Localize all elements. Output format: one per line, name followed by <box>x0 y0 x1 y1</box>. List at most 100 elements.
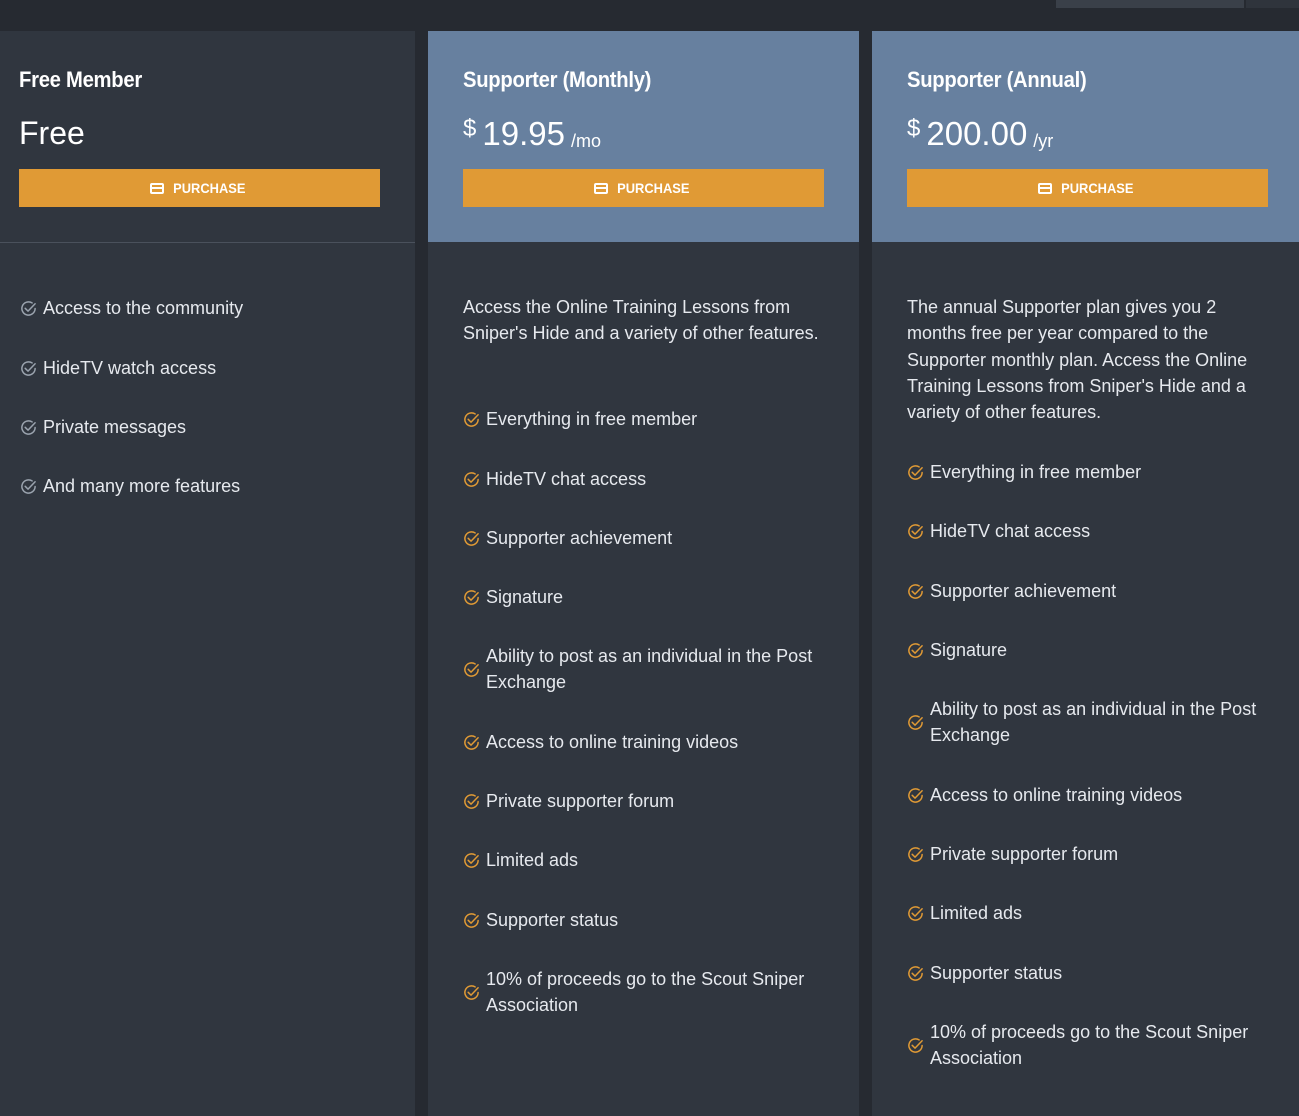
check-circle-icon <box>464 411 479 427</box>
check-circle-icon <box>908 846 923 862</box>
purchase-button-supporter-annual[interactable]: PURCHASE <box>907 169 1268 207</box>
feature-item: HideTV chat access <box>463 466 646 492</box>
feature-item: 10% of proceeds go to the Scout Sniper A… <box>907 1019 1270 1072</box>
feature-item: 10% of proceeds go to the Scout Sniper A… <box>463 966 826 1019</box>
plan-description: Access the Online Training Lessons from … <box>463 297 819 344</box>
plan-card-supporter-annual: Supporter (Annual) $200.00/yr PURCHASE T… <box>872 31 1299 1116</box>
purchase-button-label: PURCHASE <box>1061 180 1134 196</box>
plan-header: Supporter (Monthly) $19.95/mo PURCHASE <box>428 31 859 242</box>
purchase-button-supporter-monthly[interactable]: PURCHASE <box>463 169 824 207</box>
check-circle-icon <box>464 471 479 487</box>
feature-text: Ability to post as an individual in the … <box>930 699 1257 746</box>
feature-item: Supporter achievement <box>907 578 1116 604</box>
check-circle-icon <box>908 523 923 539</box>
feature-text: Ability to post as an individual in the … <box>486 646 813 693</box>
plan-header: Supporter (Annual) $200.00/yr PURCHASE <box>872 31 1299 242</box>
feature-item: Ability to post as an individual in the … <box>463 643 826 696</box>
check-circle-icon <box>21 478 36 494</box>
plan-price: $200.00/yr <box>907 115 1053 153</box>
check-circle-icon <box>21 419 36 435</box>
feature-item: Supporter achievement <box>463 525 672 551</box>
check-circle-icon <box>21 360 36 376</box>
check-circle-icon <box>464 793 479 809</box>
check-circle-icon <box>908 583 923 599</box>
feature-item: Ability to post as an individual in the … <box>907 696 1270 749</box>
feature-text: Everything in free member <box>930 462 1142 482</box>
plan-title: Supporter (Annual) <box>907 67 1087 92</box>
feature-text: Access to online training videos <box>486 732 739 752</box>
feature-text: HideTV chat access <box>486 469 647 489</box>
check-circle-icon <box>464 530 479 546</box>
price-currency: $ <box>907 115 921 142</box>
top-nav-tab[interactable] <box>1246 0 1299 8</box>
price-free-label: Free <box>19 115 85 151</box>
feature-text: Access to the community <box>43 298 244 318</box>
feature-text: And many more features <box>43 476 241 496</box>
credit-card-icon <box>150 182 165 194</box>
check-circle-icon <box>464 912 479 928</box>
plan-title: Free Member <box>19 67 142 92</box>
feature-item: Access to online training videos <box>463 729 738 755</box>
credit-card-icon <box>594 182 609 194</box>
feature-item: Signature <box>463 584 563 610</box>
check-circle-icon <box>21 300 36 316</box>
plan-price: Free <box>19 115 85 152</box>
feature-item: Access to online training videos <box>907 782 1182 808</box>
feature-item: Private supporter forum <box>463 788 674 814</box>
top-nav-bar <box>0 0 1299 31</box>
check-circle-icon <box>908 714 923 730</box>
check-circle-icon <box>908 1037 923 1053</box>
feature-text: Signature <box>486 587 564 607</box>
feature-item: Private messages <box>20 414 186 440</box>
feature-item: Signature <box>907 637 1007 663</box>
feature-text: Access to online training videos <box>930 785 1183 805</box>
feature-text: Limited ads <box>930 903 1023 923</box>
plan-card-supporter-monthly: Supporter (Monthly) $19.95/mo PURCHASE A… <box>428 31 859 1116</box>
check-circle-icon <box>908 787 923 803</box>
feature-text: 10% of proceeds go to the Scout Sniper A… <box>930 1022 1249 1069</box>
plan-price: $19.95/mo <box>463 115 601 153</box>
check-circle-icon <box>464 852 479 868</box>
credit-card-icon <box>1038 182 1053 194</box>
feature-item: Limited ads <box>463 847 578 873</box>
feature-text: Signature <box>930 640 1008 660</box>
feature-text: Private supporter forum <box>930 844 1119 864</box>
top-nav-tab[interactable] <box>1056 0 1244 8</box>
price-period: /mo <box>570 131 601 151</box>
check-circle-icon <box>908 965 923 981</box>
feature-item: HideTV chat access <box>907 518 1090 544</box>
feature-item: Supporter status <box>907 960 1062 986</box>
plan-description: The annual Supporter plan gives you 2 mo… <box>907 297 1248 423</box>
price-period: /yr <box>1033 131 1054 151</box>
price-amount: 200.00 <box>926 115 1028 152</box>
feature-item: And many more features <box>20 473 240 499</box>
feature-item: Everything in free member <box>907 459 1141 485</box>
plan-card-free-member: Free Member Free PURCHASE Access to the … <box>0 31 415 1116</box>
price-amount: 19.95 <box>482 115 565 152</box>
check-circle-icon <box>464 661 479 677</box>
purchase-button-label: PURCHASE <box>617 180 690 196</box>
plan-header: Free Member Free PURCHASE <box>0 31 415 243</box>
feature-text: Supporter achievement <box>486 528 673 548</box>
purchase-button-free-member[interactable]: PURCHASE <box>19 169 380 207</box>
check-circle-icon <box>464 589 479 605</box>
feature-text: Limited ads <box>486 850 579 870</box>
feature-text: HideTV watch access <box>43 358 217 378</box>
plan-title: Supporter (Monthly) <box>463 67 652 92</box>
purchase-button-label: PURCHASE <box>173 180 246 196</box>
check-circle-icon <box>464 984 479 1000</box>
feature-item: Access to the community <box>20 295 243 321</box>
feature-text: Supporter achievement <box>930 581 1117 601</box>
feature-item: Limited ads <box>907 900 1022 926</box>
feature-item: HideTV watch access <box>20 355 216 381</box>
feature-item: Supporter status <box>463 907 618 933</box>
feature-text: 10% of proceeds go to the Scout Sniper A… <box>486 969 805 1016</box>
check-circle-icon <box>908 464 923 480</box>
check-circle-icon <box>908 905 923 921</box>
price-currency: $ <box>463 115 477 142</box>
feature-item: Everything in free member <box>463 406 697 432</box>
feature-text: Everything in free member <box>486 409 698 429</box>
feature-text: Supporter status <box>930 963 1063 983</box>
feature-text: Private supporter forum <box>486 791 675 811</box>
feature-text: Supporter status <box>486 910 619 930</box>
